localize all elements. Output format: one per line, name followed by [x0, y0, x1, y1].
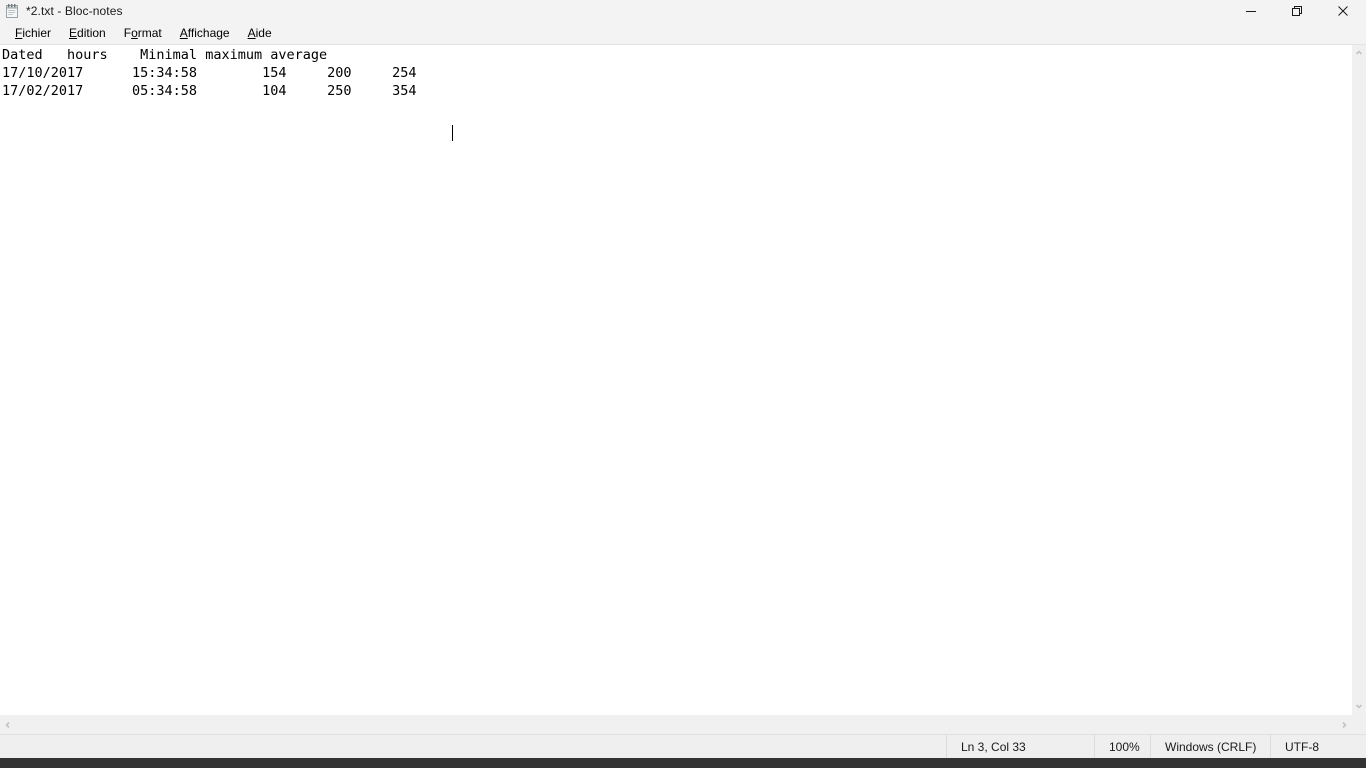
vertical-scroll-track[interactable]	[1352, 61, 1366, 698]
menu-item-fichier[interactable]: Fichier	[6, 23, 60, 44]
status-encoding[interactable]: UTF-8	[1270, 735, 1366, 758]
status-bar: Ln 3, Col 33 100% Windows (CRLF) UTF-8	[0, 734, 1366, 758]
editor-region: Dated hours Minimal maximum average 17/1…	[0, 45, 1366, 714]
chevron-down-icon	[1355, 704, 1363, 709]
chevron-right-icon	[1342, 721, 1347, 728]
notepad-icon	[4, 3, 20, 19]
menu-item-aide[interactable]: Aide	[239, 23, 281, 44]
menu-item-format[interactable]: Format	[115, 23, 171, 44]
scroll-down-button[interactable]	[1352, 698, 1366, 714]
vertical-scrollbar[interactable]	[1351, 45, 1366, 714]
horizontal-scrollbar[interactable]	[0, 714, 1352, 735]
editor-text: Dated hours Minimal maximum average 17/1…	[2, 47, 417, 99]
scroll-up-button[interactable]	[1352, 45, 1366, 61]
notepad-window: *2.txt - Bloc-notes Fichier Edition Form…	[0, 0, 1366, 768]
menu-item-edition[interactable]: Edition	[60, 23, 115, 44]
menu-bar: Fichier Edition Format Affichage Aide	[0, 22, 1366, 45]
text-caret	[452, 125, 453, 141]
status-zoom[interactable]: 100%	[1094, 735, 1150, 758]
restore-icon	[1292, 6, 1302, 16]
status-position[interactable]: Ln 3, Col 33	[946, 735, 1094, 758]
status-line-ending[interactable]: Windows (CRLF)	[1150, 735, 1270, 758]
menu-label-affichage-rest: ffichage	[187, 25, 230, 40]
chevron-left-icon	[5, 721, 10, 728]
horizontal-scrollbar-row	[0, 714, 1366, 735]
window-controls	[1228, 0, 1366, 22]
window-title: *2.txt - Bloc-notes	[26, 4, 123, 18]
taskbar-strip	[0, 758, 1366, 768]
scroll-right-button[interactable]	[1336, 715, 1352, 735]
menu-label-edition-rest: dition	[77, 25, 106, 40]
title-bar[interactable]: *2.txt - Bloc-notes	[0, 0, 1366, 22]
menu-label-format-rest: rmat	[137, 25, 162, 40]
text-editor[interactable]: Dated hours Minimal maximum average 17/1…	[0, 45, 1351, 714]
menu-label-aide-rest: ide	[255, 25, 272, 40]
minimize-icon	[1246, 11, 1256, 12]
menu-label-format-pre: F	[123, 25, 132, 40]
minimize-button[interactable]	[1228, 0, 1274, 22]
chevron-up-icon	[1355, 50, 1363, 55]
close-button[interactable]	[1320, 0, 1366, 22]
menu-item-affichage[interactable]: Affichage	[171, 23, 239, 44]
maximize-button[interactable]	[1274, 0, 1320, 22]
close-icon	[1338, 6, 1348, 16]
horizontal-scroll-track[interactable]	[16, 714, 1336, 735]
scrollbar-corner	[1352, 714, 1366, 734]
scroll-left-button[interactable]	[0, 715, 16, 735]
menu-label-fichier-rest: ichier	[22, 25, 52, 40]
